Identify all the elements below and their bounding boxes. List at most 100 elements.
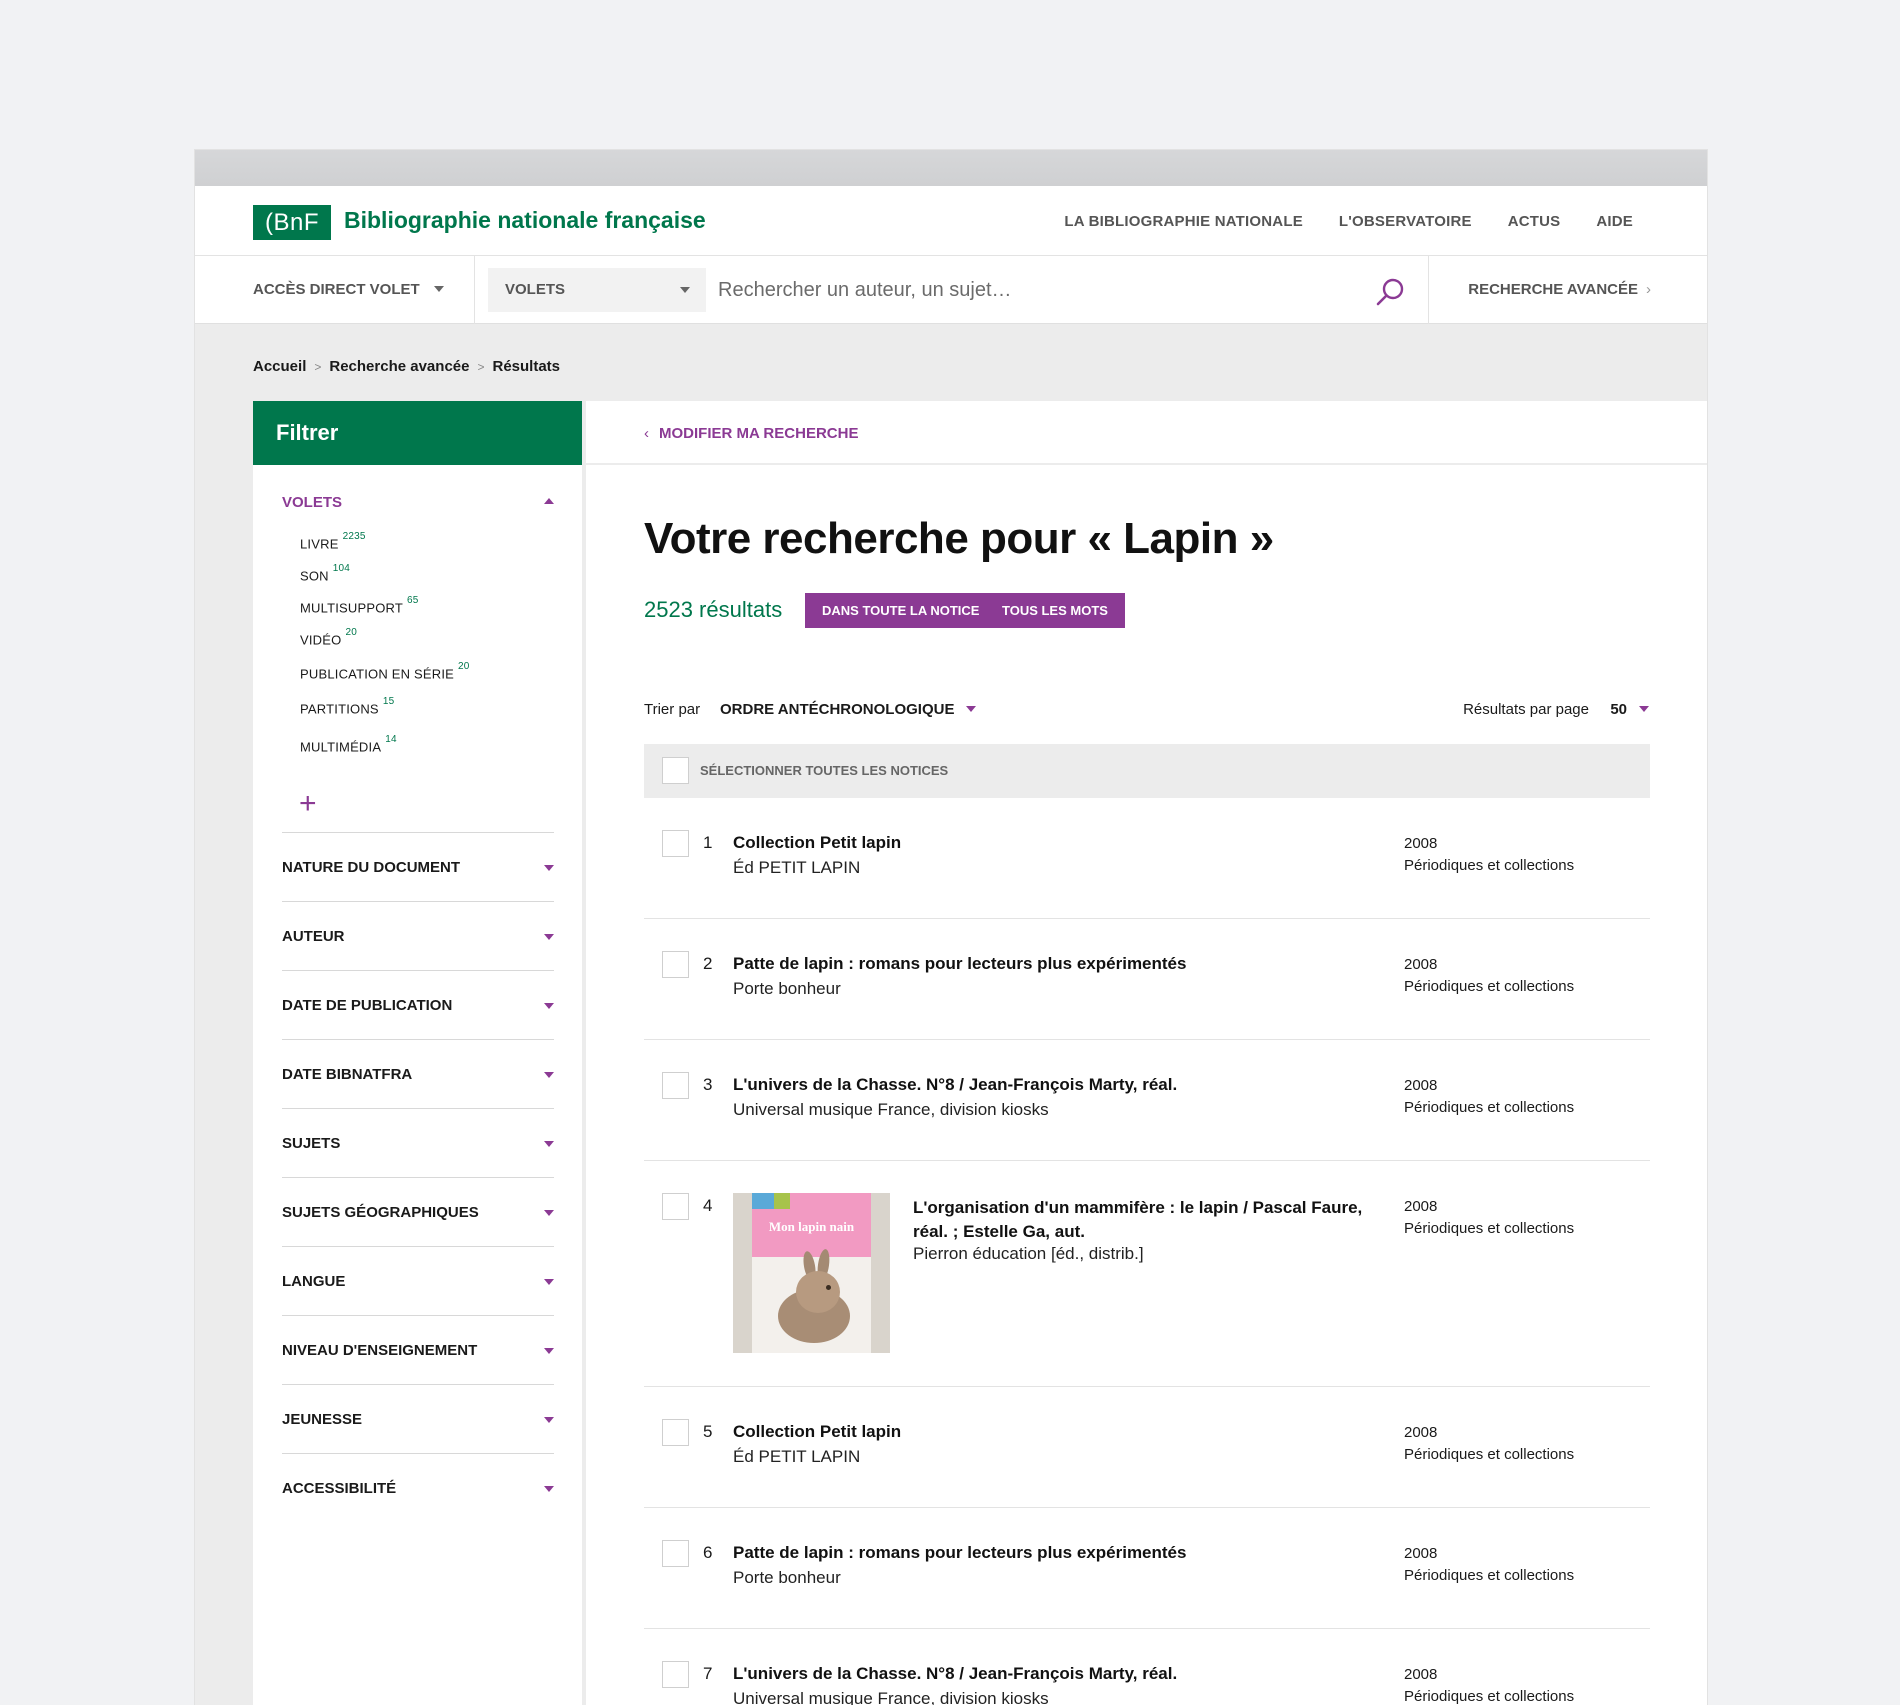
breadcrumb-home[interactable]: Accueil <box>253 358 306 375</box>
result-type: Périodiques et collections <box>1404 1220 1575 1237</box>
nav-aide[interactable]: AIDE <box>1596 213 1633 230</box>
nav-actus[interactable]: ACTUS <box>1508 213 1561 230</box>
chevron-down-icon <box>544 1348 554 1354</box>
breadcrumb-advanced[interactable]: Recherche avancée <box>329 358 469 375</box>
divider <box>474 256 475 324</box>
result-number: 7 <box>703 1664 713 1683</box>
cover-band: Mon lapin nain <box>752 1193 871 1257</box>
facet-sujets[interactable]: SUJETS <box>282 1108 554 1177</box>
facet-auteur[interactable]: AUTEUR <box>282 901 554 970</box>
volet-label: PARTITIONS <box>300 701 379 717</box>
volet-item-son[interactable]: SON 104 <box>300 563 350 584</box>
result-publisher: Porte bonheur <box>733 979 841 998</box>
chevron-down-icon <box>433 286 444 293</box>
result-number: 3 <box>703 1075 713 1094</box>
volet-count: 14 <box>385 734 397 745</box>
facet-nature-document[interactable]: NATURE DU DOCUMENT <box>282 832 554 901</box>
breadcrumb: Accueil > Recherche avancée > Résultats <box>253 358 560 375</box>
result-title[interactable]: L'organisation d'un mammifère : le lapin… <box>913 1196 1383 1244</box>
facet-label: DATE BIBNATFRA <box>282 1066 413 1083</box>
volet-item-video[interactable]: VIDÉO 20 <box>300 627 357 647</box>
per-page-value: 50 <box>1610 701 1627 718</box>
result-checkbox[interactable] <box>662 1661 689 1688</box>
volets-facet-toggle[interactable]: VOLETS <box>282 494 554 511</box>
result-title[interactable]: Collection Petit lapin <box>733 833 901 853</box>
result-checkbox[interactable] <box>662 1419 689 1446</box>
bnf-logo[interactable]: (BnF <box>253 205 331 240</box>
result-checkbox[interactable] <box>662 1193 689 1220</box>
chevron-right-icon: › <box>1646 281 1651 298</box>
per-page-dropdown[interactable]: 50 <box>1610 701 1649 718</box>
result-title[interactable]: L'univers de la Chasse. N°8 / Jean-Franç… <box>733 1664 1177 1684</box>
search-input[interactable] <box>718 268 1238 312</box>
modify-search-link[interactable]: ‹ MODIFIER MA RECHERCHE <box>644 425 858 442</box>
facet-accessibilite[interactable]: ACCESSIBILITÉ <box>282 1453 554 1522</box>
facet-niveau-enseignement[interactable]: NIVEAU D'ENSEIGNEMENT <box>282 1315 554 1384</box>
facet-date-bibnatfra[interactable]: DATE BIBNATFRA <box>282 1039 554 1108</box>
volet-item-livre[interactable]: LIVRE 2235 <box>300 531 366 551</box>
volets-select[interactable]: VOLETS <box>488 268 706 312</box>
result-number: 2 <box>703 954 713 973</box>
filter-sidebar: Filtrer VOLETS LIVRE 2235 SON 104 MULTISUP… <box>253 401 582 1705</box>
select-all-checkbox[interactable] <box>662 757 689 784</box>
volet-item-multisupport[interactable]: MULTISUPPORT 65 <box>300 595 419 615</box>
volet-label: MULTIMÉDIA <box>300 739 382 755</box>
result-title[interactable]: Patte de lapin : romans pour lecteurs pl… <box>733 1543 1186 1563</box>
direct-access-label: ACCÈS DIRECT VOLET <box>253 281 420 298</box>
facet-langue[interactable]: LANGUE <box>282 1246 554 1315</box>
result-publisher: Porte bonheur <box>733 1568 841 1587</box>
volet-count: 104 <box>332 563 351 574</box>
result-title[interactable]: Patte de lapin : romans pour lecteurs pl… <box>733 954 1186 974</box>
site-header: (BnF Bibliographie nationale française L… <box>195 186 1707 256</box>
nav-bibliographie[interactable]: LA BIBLIOGRAPHIE NATIONALE <box>1064 213 1303 230</box>
chevron-down-icon <box>544 865 554 871</box>
page-title: Votre recherche pour « Lapin » <box>644 514 1274 563</box>
volet-label: SON <box>300 568 329 584</box>
facet-label: SUJETS GÉOGRAPHIQUES <box>282 1204 479 1221</box>
result-year: 2008 <box>1404 956 1438 973</box>
chevron-down-icon <box>544 1210 554 1216</box>
advanced-search-label: RECHERCHE AVANCÉE <box>1468 281 1638 298</box>
chevron-down-icon <box>1639 706 1649 713</box>
result-title[interactable]: L'univers de la Chasse. N°8 / Jean-Franç… <box>733 1075 1177 1095</box>
book-cover-image[interactable]: Mon lapin nain <box>733 1193 890 1353</box>
result-row: 5 Collection Petit lapin Éd PETIT LAPIN … <box>644 1387 1650 1508</box>
site-title[interactable]: Bibliographie nationale française <box>344 207 706 234</box>
chevron-down-icon <box>544 1417 554 1423</box>
chevron-up-icon <box>544 498 554 504</box>
chevron-down-icon <box>544 1003 554 1009</box>
show-more-volets-button[interactable]: + <box>299 789 317 819</box>
select-all-bar: SÉLECTIONNER TOUTES LES NOTICES <box>644 744 1650 798</box>
search-icon[interactable] <box>1375 276 1407 308</box>
result-checkbox[interactable] <box>662 951 689 978</box>
search-words-pill[interactable]: TOUS LES MOTS <box>985 593 1125 628</box>
result-title[interactable]: Collection Petit lapin <box>733 1422 901 1442</box>
advanced-search-link[interactable]: RECHERCHE AVANCÉE › <box>1468 256 1651 324</box>
facet-date-publication[interactable]: DATE DE PUBLICATION <box>282 970 554 1039</box>
search-scope-pill[interactable]: DANS TOUTE LA NOTICE <box>805 593 997 628</box>
sort-dropdown[interactable]: ORDRE ANTÉCHRONOLOGIQUE <box>720 701 977 718</box>
rabbit-head <box>796 1271 840 1313</box>
volet-item-partitions[interactable]: PARTITIONS 15 <box>300 696 394 717</box>
chevron-down-icon <box>544 1486 554 1492</box>
result-row: 7 L'univers de la Chasse. N°8 / Jean-Fra… <box>644 1629 1650 1705</box>
result-checkbox[interactable] <box>662 1072 689 1099</box>
volet-item-publication-serie[interactable]: PUBLICATION EN SÉRIE 20 <box>300 661 470 681</box>
facet-jeunesse[interactable]: JEUNESSE <box>282 1384 554 1453</box>
rabbit-eye <box>826 1285 831 1290</box>
result-publisher: Pierron éducation [éd., distrib.] <box>913 1244 1144 1263</box>
facet-label: JEUNESSE <box>282 1411 363 1428</box>
volet-item-multimedia[interactable]: MULTIMÉDIA 14 <box>300 734 397 755</box>
result-publisher: Éd PETIT LAPIN <box>733 1447 861 1466</box>
cover-page: Mon lapin nain <box>752 1193 871 1353</box>
facet-sujets-geographiques[interactable]: SUJETS GÉOGRAPHIQUES <box>282 1177 554 1246</box>
select-all-label[interactable]: SÉLECTIONNER TOUTES LES NOTICES <box>700 763 948 778</box>
results-panel: ‹ MODIFIER MA RECHERCHE Votre recherche p… <box>586 401 1707 1705</box>
result-checkbox[interactable] <box>662 1540 689 1567</box>
result-type: Périodiques et collections <box>1404 1567 1575 1584</box>
result-checkbox[interactable] <box>662 830 689 857</box>
result-publisher: Éd PETIT LAPIN <box>733 858 861 877</box>
search-bar: ACCÈS DIRECT VOLET VOLETS RECHERCHE AVAN… <box>195 256 1707 324</box>
nav-observatoire[interactable]: L'OBSERVATOIRE <box>1339 213 1472 230</box>
direct-access-dropdown[interactable]: ACCÈS DIRECT VOLET <box>253 256 444 324</box>
